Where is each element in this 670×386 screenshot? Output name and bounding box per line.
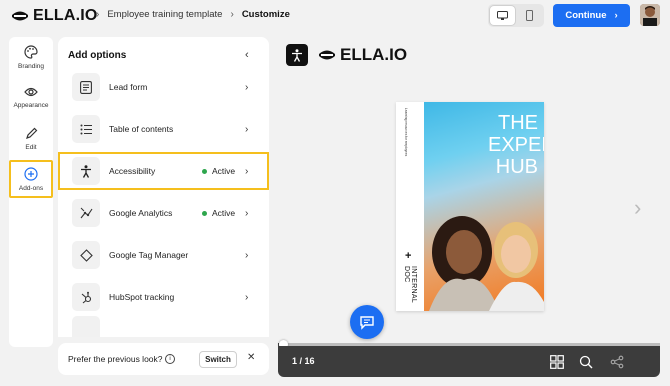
app-logo[interactable]: ELLA.IO <box>11 7 98 25</box>
option-table-of-contents[interactable]: Table of contents › <box>58 110 269 148</box>
cart-icon <box>72 316 100 337</box>
previous-look-text: Prefer the previous look? <box>68 354 163 364</box>
breadcrumb: › Employee training template › Customize <box>96 9 290 20</box>
chevron-right-icon: › <box>245 249 249 261</box>
cover-spine: Learning resources for employees + INTER… <box>396 102 424 311</box>
option-label: Google Analytics <box>109 208 173 218</box>
option-label: Table of contents <box>109 124 174 134</box>
hubspot-icon <box>72 283 100 311</box>
logo-mark-icon <box>12 11 28 21</box>
status-text: Active <box>212 166 236 176</box>
option-label: Accessibility <box>109 166 156 176</box>
analytics-icon <box>72 199 100 227</box>
option-google-analytics[interactable]: Google Analytics Active › <box>58 194 269 232</box>
chevron-right-icon: › <box>245 207 249 219</box>
form-icon <box>72 73 100 101</box>
add-options-panel: Add options ‹ Lead form › Table of conte… <box>58 37 269 337</box>
rail-label-branding: Branding <box>17 63 45 70</box>
status-badge: Active <box>202 166 235 176</box>
switch-label: Switch <box>205 355 231 364</box>
search-icon[interactable] <box>577 353 595 371</box>
status-badge: Active <box>202 208 235 218</box>
rail-label-edit: Edit <box>25 144 37 151</box>
document-preview: ELLA.IO Learning resources for employees… <box>278 37 660 377</box>
pencil-icon <box>25 127 37 139</box>
chevron-right-icon: › <box>614 10 618 21</box>
rail-item-branding[interactable]: Branding <box>9 45 53 70</box>
chevron-right-icon: › <box>230 9 234 20</box>
desktop-icon <box>497 10 508 20</box>
top-bar: ELLA.IO › Employee training template › C… <box>0 0 670 32</box>
option-accessibility[interactable]: Accessibility Active › <box>58 152 269 190</box>
collapse-panel-button[interactable]: ‹ <box>245 49 249 61</box>
chevron-right-icon: › <box>245 165 249 177</box>
cover-side-text: Learning resources for employees <box>404 108 408 157</box>
chevron-right-icon: › <box>245 291 249 303</box>
panel-title: Add options <box>68 50 127 61</box>
avatar[interactable] <box>640 4 660 26</box>
chevron-left-icon: ‹ <box>245 49 249 61</box>
palette-icon <box>24 45 38 59</box>
page-indicator: 1 / 16 <box>292 356 315 366</box>
continue-label: Continue <box>565 10 607 21</box>
tag-diamond-icon <box>72 241 100 269</box>
cover-title: THE EXPERT HUB <box>488 112 544 178</box>
option-partially-hidden <box>58 316 269 337</box>
active-dot-icon <box>202 168 207 174</box>
list-icon <box>72 115 100 143</box>
share-icon[interactable] <box>608 353 626 371</box>
rail-label-addons: Add-ons <box>18 184 44 192</box>
option-lead-form[interactable]: Lead form › <box>58 68 269 106</box>
info-icon[interactable]: i <box>165 354 175 364</box>
chevron-right-icon: › <box>245 123 249 135</box>
device-toggle <box>488 4 544 27</box>
breadcrumb-template[interactable]: Employee training template <box>107 9 222 20</box>
document-cover[interactable]: Learning resources for employees + INTER… <box>396 102 544 311</box>
chat-button[interactable] <box>350 305 384 339</box>
rail-label-appearance: Appearance <box>13 102 49 109</box>
logo-text: ELLA.IO <box>33 7 98 24</box>
active-dot-icon <box>202 210 207 216</box>
plus-icon: + <box>405 250 412 262</box>
accessibility-toggle-icon[interactable] <box>286 44 308 66</box>
chevron-right-icon: › <box>245 81 249 93</box>
switch-button[interactable]: Switch <box>199 351 237 368</box>
grid-view-icon[interactable] <box>548 353 566 371</box>
preview-logo: ELLA.IO <box>318 45 407 65</box>
preview-header: ELLA.IO <box>286 44 407 66</box>
rail-item-appearance[interactable]: Appearance <box>9 86 53 109</box>
desktop-view-button[interactable] <box>490 6 515 25</box>
settings-rail: Branding Appearance Edit Add-ons <box>9 37 53 347</box>
status-text: Active <box>212 208 236 218</box>
preview-brand-text: ELLA.IO <box>340 45 408 64</box>
option-label: Lead form <box>109 82 148 92</box>
accessibility-icon <box>72 157 100 185</box>
option-label: HubSpot tracking <box>109 292 175 302</box>
rail-item-edit[interactable]: Edit <box>9 127 53 151</box>
breadcrumb-current: Customize <box>241 9 290 20</box>
cover-internal-label: INTERNAL DOC <box>403 266 417 303</box>
rail-item-addons[interactable]: Add-ons <box>9 160 53 198</box>
continue-button[interactable]: Continue › <box>553 4 630 27</box>
mobile-icon <box>526 10 533 21</box>
plus-circle-icon <box>24 166 38 181</box>
option-label: Google Tag Manager <box>109 250 189 260</box>
viewer-toolbar: 1 / 16 <box>278 346 660 377</box>
mobile-view-button[interactable] <box>517 6 542 25</box>
previous-look-bar: Prefer the previous look? i Switch ✕ <box>58 343 269 375</box>
logo-mark-icon <box>319 50 335 60</box>
option-google-tag-manager[interactable]: Google Tag Manager › <box>58 236 269 274</box>
option-hubspot-tracking[interactable]: HubSpot tracking › <box>58 278 269 316</box>
next-page-arrow-icon[interactable]: › <box>634 195 641 221</box>
close-icon[interactable]: ✕ <box>247 352 255 363</box>
chevron-right-icon: › <box>96 9 100 20</box>
chat-icon <box>360 315 374 330</box>
eye-icon <box>24 87 38 97</box>
